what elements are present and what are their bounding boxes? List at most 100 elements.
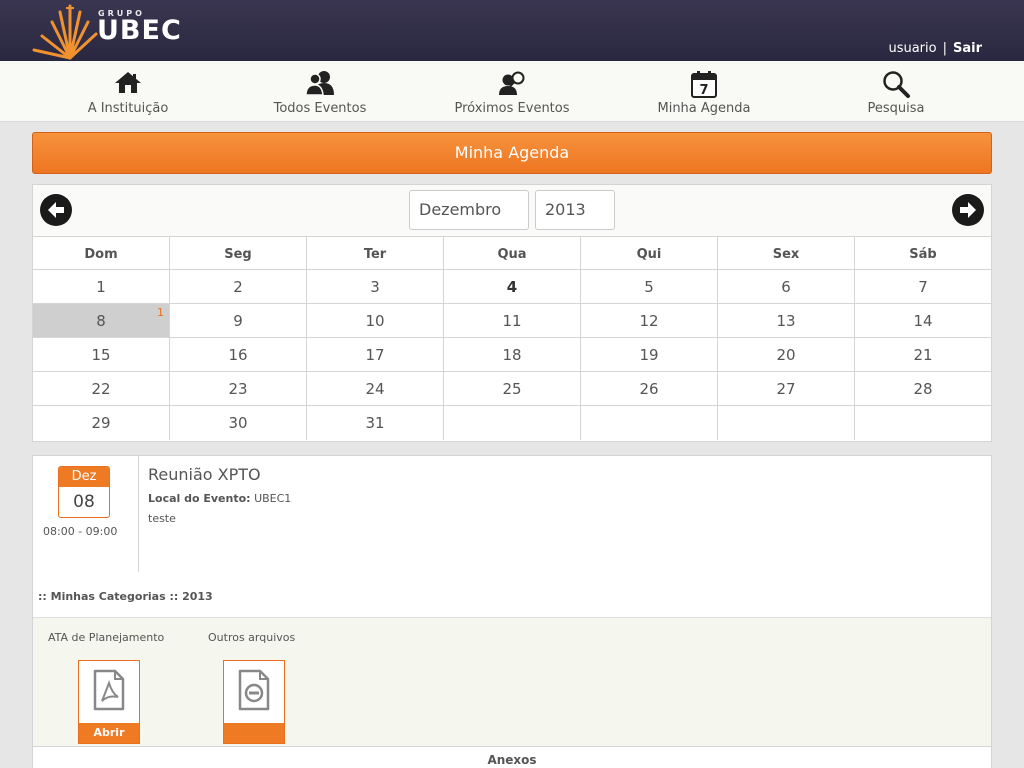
day-cell[interactable]: 19 (581, 338, 718, 371)
top-bar: GRUPO UBEC usuario | Sair (0, 0, 1024, 61)
calendar-header: Dezembro 2013 (33, 185, 991, 237)
day-cell[interactable]: 26 (581, 372, 718, 405)
day-cell[interactable]: 17 (307, 338, 444, 371)
calendar-icon: 7 (691, 71, 717, 98)
nav-label: Minha Agenda (657, 101, 751, 116)
day-cell[interactable]: 20 (718, 338, 855, 371)
calendar: Dezembro 2013 Dom Seg Ter Qua Qui Sex Sá… (32, 184, 992, 442)
day-cell[interactable]: 15 (33, 338, 170, 371)
house-icon (115, 72, 141, 93)
attachment-label: ATA de Planejamento (48, 631, 165, 644)
attachments-area: ATA de Planejamento Abrir Outros arquivo… (33, 617, 991, 747)
event-time: 08:00 - 09:00 (43, 525, 118, 538)
weekday-label: Qua (444, 237, 581, 269)
calendar-grid: Dom Seg Ter Qua Qui Sex Sáb 1 2 3 4 5 6 … (33, 237, 991, 440)
event-description: teste (148, 512, 176, 525)
attachment-card[interactable]: Abrir (78, 660, 140, 744)
nav-item-pesquisa[interactable]: Pesquisa (800, 61, 992, 122)
nav-label: Pesquisa (867, 101, 925, 116)
day-cell-selected[interactable]: 81 (33, 304, 170, 337)
weekday-label: Sex (718, 237, 855, 269)
month-select[interactable]: Dezembro (409, 190, 529, 230)
user-area: usuario | Sair (888, 41, 982, 56)
day-cell[interactable]: 13 (718, 304, 855, 337)
day-cell[interactable]: 7 (855, 270, 991, 303)
users-icon (305, 71, 334, 96)
day-cell[interactable]: 28 (855, 372, 991, 405)
weekday-row: Dom Seg Ter Qua Qui Sex Sáb (33, 237, 991, 270)
week-row: 1 2 3 4 5 6 7 (33, 270, 991, 304)
arrow-right-icon (960, 202, 976, 218)
year-select[interactable]: 2013 (535, 190, 615, 230)
attachment-card[interactable] (223, 660, 285, 744)
day-cell[interactable]: 18 (444, 338, 581, 371)
day-cell[interactable]: 25 (444, 372, 581, 405)
pdf-file-icon (93, 669, 125, 711)
user-separator: | (942, 41, 947, 56)
week-row: 81 9 10 11 12 13 14 (33, 304, 991, 338)
event-date-badge: Dez 08 (58, 466, 110, 518)
calendar-icon-day: 7 (699, 83, 708, 98)
open-button[interactable]: Abrir (79, 723, 139, 743)
day-cell[interactable]: 21 (855, 338, 991, 371)
nav-item-proximos-eventos[interactable]: Próximos Eventos (416, 61, 608, 122)
event-day: 08 (73, 492, 95, 512)
event-month: Dez (59, 467, 109, 487)
user-search-icon (499, 71, 525, 95)
arrow-left-icon (48, 202, 64, 218)
empty-day-cell (581, 406, 718, 440)
attachment-label: Outros arquivos (208, 631, 296, 644)
prev-month-button[interactable] (40, 194, 72, 226)
day-cell[interactable]: 10 (307, 304, 444, 337)
week-row: 29 30 31 (33, 406, 991, 440)
day-cell[interactable]: 6 (718, 270, 855, 303)
page-title: Minha Agenda (32, 132, 992, 174)
day-cell[interactable]: 9 (170, 304, 307, 337)
day-cell[interactable]: 5 (581, 270, 718, 303)
event-location: Local do Evento: UBEC1 (148, 492, 291, 505)
day-cell[interactable]: 27 (718, 372, 855, 405)
week-row: 22 23 24 25 26 27 28 (33, 372, 991, 406)
nav-item-todos-eventos[interactable]: Todos Eventos (224, 61, 416, 122)
empty-day-cell (855, 406, 991, 440)
logout-link[interactable]: Sair (953, 41, 982, 56)
day-cell[interactable]: 11 (444, 304, 581, 337)
open-button[interactable] (224, 723, 284, 743)
event-categories: :: Minhas Categorias :: 2013 (38, 590, 213, 603)
day-cell[interactable]: 3 (307, 270, 444, 303)
day-cell[interactable]: 29 (33, 406, 170, 440)
day-cell[interactable]: 1 (33, 270, 170, 303)
username: usuario (888, 41, 937, 56)
weekday-label: Seg (170, 237, 307, 269)
day-cell[interactable]: 23 (170, 372, 307, 405)
event-location-value: UBEC1 (254, 492, 292, 505)
event-divider (138, 456, 139, 572)
event-location-label: Local do Evento: (148, 492, 251, 505)
day-cell[interactable]: 2 (170, 270, 307, 303)
logo-ubec-text: UBEC (97, 15, 182, 46)
day-cell[interactable]: 30 (170, 406, 307, 440)
day-cell-today[interactable]: 4 (444, 270, 581, 303)
day-cell[interactable]: 24 (307, 372, 444, 405)
event-title[interactable]: Reunião XPTO (148, 465, 261, 484)
nav-label: Todos Eventos (273, 101, 367, 116)
empty-day-cell (444, 406, 581, 440)
day-cell[interactable]: 16 (170, 338, 307, 371)
day-cell[interactable]: 14 (855, 304, 991, 337)
main-nav: A Instituição Todos Eventos Próximos Eve… (0, 61, 1024, 122)
event-count-badge: 1 (157, 306, 164, 319)
empty-day-cell (718, 406, 855, 440)
cathedral-logo-icon (32, 4, 98, 60)
day-cell[interactable]: 31 (307, 406, 444, 440)
nav-item-instituicao[interactable]: A Instituição (32, 61, 224, 122)
day-cell[interactable]: 22 (33, 372, 170, 405)
anexos-heading: Anexos (487, 753, 537, 767)
day-number: 8 (96, 312, 106, 330)
day-cell[interactable]: 12 (581, 304, 718, 337)
nav-item-minha-agenda[interactable]: 7 Minha Agenda (608, 61, 800, 122)
event-panel: Dez 08 08:00 - 09:00 Reunião XPTO Local … (32, 455, 992, 768)
weekday-label: Ter (307, 237, 444, 269)
next-month-button[interactable] (952, 194, 984, 226)
ubec-logo[interactable]: GRUPO UBEC (30, 2, 182, 60)
weekday-label: Sáb (909, 247, 937, 262)
